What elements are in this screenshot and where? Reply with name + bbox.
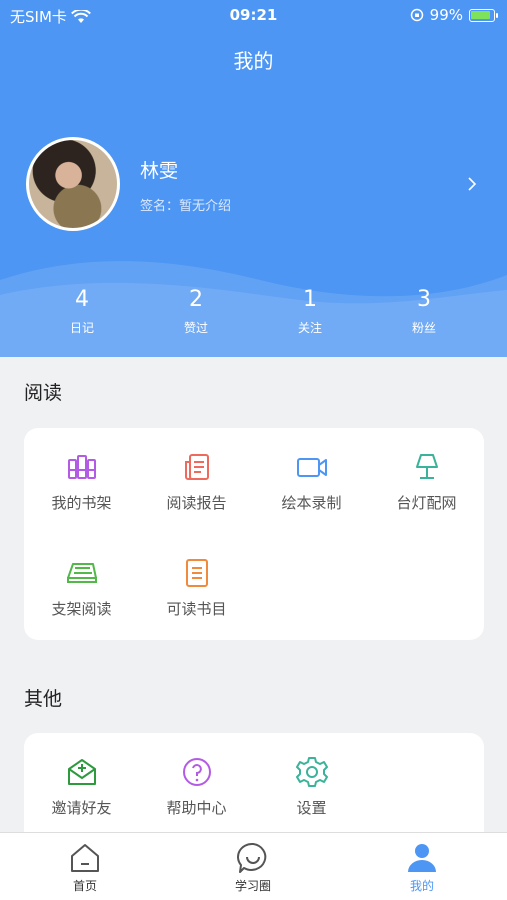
section-title-reading: 阅读 — [24, 382, 63, 404]
video-camera-icon — [296, 458, 327, 477]
book-stand-icon — [66, 563, 97, 583]
lamp-icon — [415, 454, 438, 479]
menu-item-bookshelf[interactable]: 我的书架 — [24, 450, 139, 513]
bottom-tab-bar: 首页 学习圈 我的 — [0, 832, 507, 900]
status-bar: 无SIM卡 09:21 99% — [0, 0, 507, 30]
stat-value: 1 — [303, 287, 317, 312]
profile-header: 无SIM卡 09:21 99% 我的 林雯 签名：暂无介绍 4 日记 2 赞过 … — [0, 0, 507, 357]
stat-value: 2 — [189, 287, 203, 312]
stat-followers[interactable]: 3 粉丝 — [367, 287, 481, 336]
chevron-right-icon[interactable] — [466, 174, 478, 194]
battery-percent: 99% — [429, 6, 463, 24]
stat-value: 4 — [75, 287, 89, 312]
help-icon — [182, 758, 211, 786]
invite-mail-icon — [67, 759, 96, 785]
tab-label: 我的 — [409, 879, 434, 893]
profile-icon — [408, 844, 436, 872]
tab-label: 首页 — [72, 879, 97, 893]
stat-following[interactable]: 1 关注 — [253, 287, 367, 336]
gear-icon — [295, 757, 328, 787]
menu-item-label: 设置 — [296, 799, 327, 817]
stat-label: 赞过 — [183, 321, 208, 335]
menu-item-help-center[interactable]: 帮助中心 — [139, 755, 254, 818]
stat-liked[interactable]: 2 赞过 — [139, 287, 253, 336]
home-icon — [71, 844, 99, 872]
reading-card: 我的书架 阅读报告 绘本录制 台灯配网 支架阅读 可读书目 — [24, 428, 484, 640]
menu-item-settings[interactable]: 设置 — [254, 755, 369, 818]
menu-item-stand-reading[interactable]: 支架阅读 — [24, 556, 139, 619]
book-list-icon — [185, 559, 208, 587]
menu-item-book-list[interactable]: 可读书目 — [139, 556, 254, 619]
stat-label: 日记 — [69, 321, 94, 335]
page-title: 我的 — [233, 49, 274, 73]
menu-item-label: 台灯配网 — [396, 494, 457, 512]
section-title-other: 其他 — [24, 688, 63, 710]
menu-item-label: 支架阅读 — [51, 600, 112, 618]
menu-item-invite-friends[interactable]: 邀请好友 — [24, 755, 139, 818]
menu-item-label: 可读书目 — [166, 600, 227, 618]
menu-item-label: 阅读报告 — [166, 494, 227, 512]
bookshelf-icon — [67, 455, 96, 479]
menu-item-picture-book-record[interactable]: 绘本录制 — [254, 450, 369, 513]
tab-home[interactable]: 首页 — [45, 841, 125, 894]
username[interactable]: 林雯 — [140, 156, 178, 183]
chat-icon — [237, 842, 267, 873]
menu-item-reading-report[interactable]: 阅读报告 — [139, 450, 254, 513]
stat-diary[interactable]: 4 日记 — [25, 287, 139, 336]
stat-label: 粉丝 — [411, 321, 436, 335]
orientation-lock-icon — [410, 8, 423, 22]
avatar[interactable] — [26, 137, 120, 231]
report-icon — [184, 454, 209, 480]
stat-label: 关注 — [297, 321, 322, 335]
tab-study-circle[interactable]: 学习圈 — [213, 841, 293, 894]
menu-item-lamp-network[interactable]: 台灯配网 — [369, 450, 484, 513]
tab-mine[interactable]: 我的 — [382, 841, 462, 894]
menu-item-label: 帮助中心 — [166, 799, 227, 817]
menu-item-label: 邀请好友 — [51, 799, 112, 817]
signature[interactable]: 签名：暂无介绍 — [140, 195, 231, 214]
menu-item-label: 绘本录制 — [281, 494, 342, 512]
tab-label: 学习圈 — [234, 879, 271, 893]
stat-value: 3 — [417, 287, 431, 312]
battery-icon — [469, 8, 498, 22]
stats-row: 4 日记 2 赞过 1 关注 3 粉丝 — [0, 287, 507, 336]
menu-item-label: 我的书架 — [51, 494, 112, 512]
